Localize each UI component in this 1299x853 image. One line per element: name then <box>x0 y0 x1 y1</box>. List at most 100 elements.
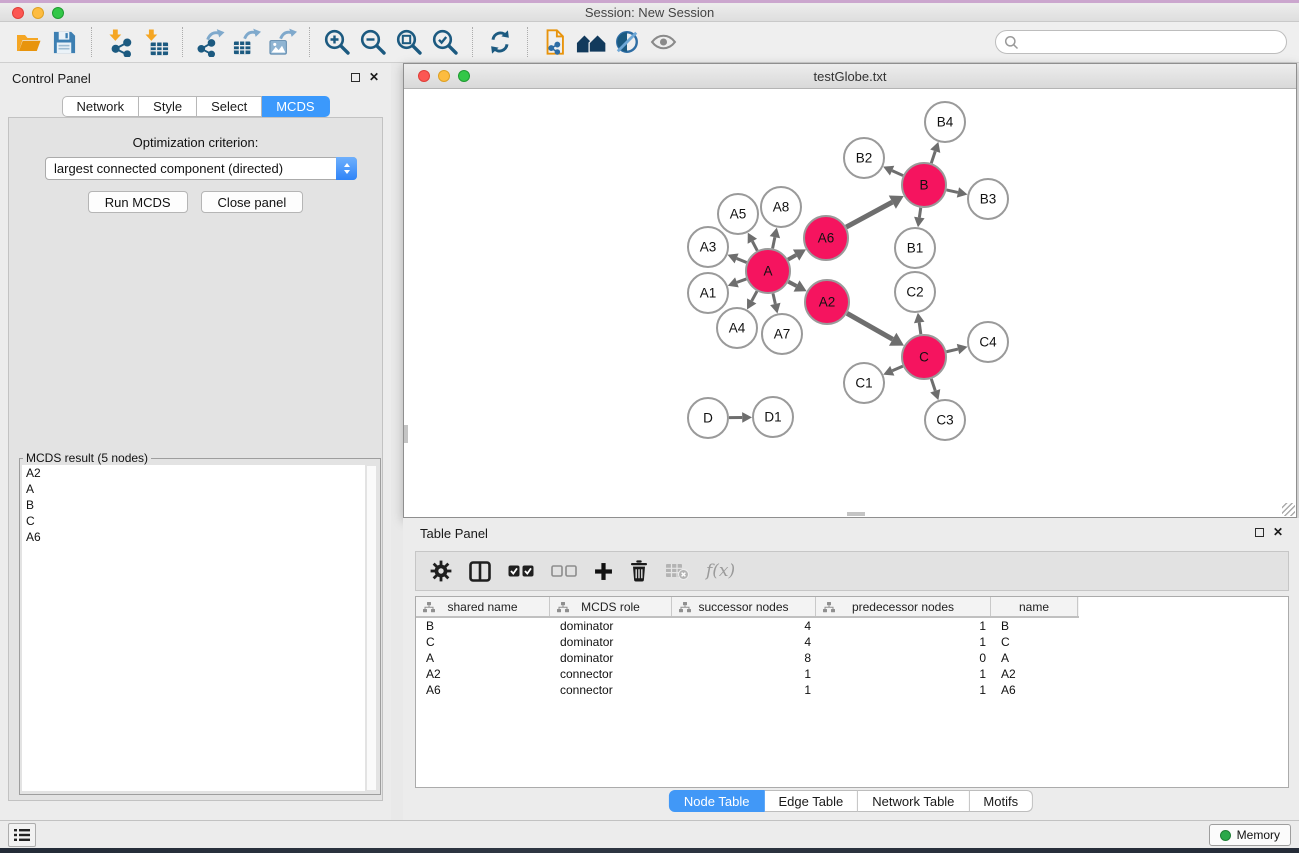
close-panel-icon[interactable]: ✕ <box>369 71 379 83</box>
table-cell[interactable]: A2 <box>416 667 550 681</box>
table-cell[interactable]: 4 <box>672 619 816 633</box>
graph-edge[interactable] <box>847 313 893 339</box>
float-table-panel-icon[interactable] <box>1255 528 1264 537</box>
table-cell[interactable]: 8 <box>672 651 816 665</box>
search-input[interactable] <box>1023 33 1286 51</box>
select-all-columns-icon[interactable] <box>508 565 534 577</box>
export-image-icon[interactable] <box>264 26 300 58</box>
memory-button[interactable]: Memory <box>1209 824 1291 846</box>
graph-edge[interactable] <box>773 237 775 248</box>
graph-edge[interactable] <box>931 151 935 163</box>
table-cell[interactable]: dominator <box>550 651 672 665</box>
graph-edge[interactable] <box>788 282 796 286</box>
table-row[interactable]: A6connector11A6 <box>416 682 1288 698</box>
table-cell[interactable]: 4 <box>672 635 816 649</box>
zoom-selected-icon[interactable] <box>427 26 463 58</box>
zoom-fit-icon[interactable] <box>391 26 427 58</box>
export-network-icon[interactable] <box>192 26 228 58</box>
graph-edge[interactable] <box>946 349 958 352</box>
graph-edge[interactable] <box>737 258 747 262</box>
result-item[interactable]: A2 <box>22 465 365 481</box>
graph-edge[interactable] <box>737 279 746 282</box>
table-cell[interactable]: 1 <box>816 667 991 681</box>
hide-graphics-details-icon[interactable] <box>609 26 645 58</box>
home-neighbors-icon[interactable] <box>573 26 609 58</box>
table-settings-gear-icon[interactable] <box>430 560 452 582</box>
table-tab-motifs[interactable]: Motifs <box>969 790 1033 812</box>
close-table-panel-icon[interactable]: ✕ <box>1273 526 1283 538</box>
graph-edge[interactable] <box>892 171 903 176</box>
search-box[interactable] <box>995 30 1287 54</box>
table-cell[interactable]: A <box>991 651 1078 665</box>
table-cell[interactable]: B <box>416 619 550 633</box>
add-column-icon[interactable] <box>594 562 613 581</box>
table-row[interactable]: A2connector11A2 <box>416 666 1288 682</box>
tab-mcds[interactable]: MCDS <box>262 96 329 117</box>
table-tab-edge-table[interactable]: Edge Table <box>764 790 858 812</box>
show-graphics-details-icon[interactable] <box>645 26 681 58</box>
delete-column-icon[interactable] <box>630 560 648 582</box>
graph-edge[interactable] <box>752 241 757 250</box>
graph-edge[interactable] <box>946 190 957 193</box>
table-cell[interactable]: C <box>416 635 550 649</box>
table-row[interactable]: Bdominator41B <box>416 618 1288 634</box>
result-item[interactable]: B <box>22 497 365 513</box>
table-cell[interactable]: A6 <box>991 683 1078 697</box>
graph-edge[interactable] <box>752 291 757 301</box>
tab-style[interactable]: Style <box>139 96 197 117</box>
task-history-button[interactable] <box>8 823 36 847</box>
tab-select[interactable]: Select <box>197 96 262 117</box>
graph-edge[interactable] <box>846 202 892 227</box>
close-panel-button[interactable]: Close panel <box>201 191 304 213</box>
horizontal-scrollbar-thumb[interactable] <box>847 512 865 516</box>
import-network-icon[interactable] <box>101 26 137 58</box>
graph-edge[interactable] <box>788 255 796 260</box>
import-table-icon[interactable] <box>137 26 173 58</box>
table-cell[interactable]: dominator <box>550 635 672 649</box>
column-header-successor-nodes[interactable]: successor nodes <box>672 597 816 616</box>
float-panel-icon[interactable] <box>351 73 360 82</box>
table-tab-network-table[interactable]: Network Table <box>858 790 969 812</box>
save-session-icon[interactable] <box>46 26 82 58</box>
mcds-result-list[interactable]: A2ABCA6 <box>22 465 365 791</box>
export-table-icon[interactable] <box>228 26 264 58</box>
table-cell[interactable]: 1 <box>816 635 991 649</box>
graph-edge[interactable] <box>773 293 775 303</box>
open-session-icon[interactable] <box>10 26 46 58</box>
network-window-titlebar[interactable]: testGlobe.txt <box>404 64 1296 89</box>
result-item[interactable]: C <box>22 513 365 529</box>
table-cell[interactable]: A <box>416 651 550 665</box>
table-cell[interactable]: C <box>991 635 1078 649</box>
zoom-in-icon[interactable] <box>319 26 355 58</box>
tab-network[interactable]: Network <box>61 96 139 117</box>
column-header-shared-name[interactable]: shared name <box>416 597 550 616</box>
table-row[interactable]: Adominator80A <box>416 650 1288 666</box>
main-titlebar[interactable]: Session: New Session <box>0 3 1299 22</box>
table-cell[interactable]: connector <box>550 683 672 697</box>
column-header-name[interactable]: name <box>991 597 1078 616</box>
column-header-predecessor-nodes[interactable]: predecessor nodes <box>816 597 991 616</box>
table-cell[interactable]: A6 <box>416 683 550 697</box>
table-cell[interactable]: B <box>991 619 1078 633</box>
apply-layout-icon[interactable] <box>482 26 518 58</box>
table-cell[interactable]: 1 <box>816 683 991 697</box>
run-mcds-button[interactable]: Run MCDS <box>88 191 188 213</box>
graph-edge[interactable] <box>931 379 935 391</box>
table-cell[interactable]: 1 <box>816 619 991 633</box>
resize-grip-icon[interactable] <box>1282 503 1295 516</box>
result-item[interactable]: A6 <box>22 529 365 545</box>
table-cell[interactable]: 0 <box>816 651 991 665</box>
column-header-MCDS-role[interactable]: MCDS role <box>550 597 672 616</box>
table-cell[interactable]: 1 <box>672 683 816 697</box>
result-item[interactable]: A <box>22 481 365 497</box>
graph-edge[interactable] <box>919 208 920 218</box>
vertical-scrollbar-thumb[interactable] <box>404 425 408 443</box>
criterion-dropdown[interactable]: largest connected component (directed) <box>45 157 357 180</box>
network-canvas[interactable]: B4B2BB3A5A8A6A3B1AA1C2A2A4A7C4CC1C3DD1 <box>404 90 1296 517</box>
deselect-all-columns-icon[interactable] <box>551 565 577 577</box>
graph-edge[interactable] <box>919 323 921 335</box>
network-from-selection-icon[interactable] <box>537 26 573 58</box>
table-tab-node-table[interactable]: Node Table <box>669 790 765 812</box>
table-cell[interactable]: connector <box>550 667 672 681</box>
table-row[interactable]: Cdominator41C <box>416 634 1288 650</box>
